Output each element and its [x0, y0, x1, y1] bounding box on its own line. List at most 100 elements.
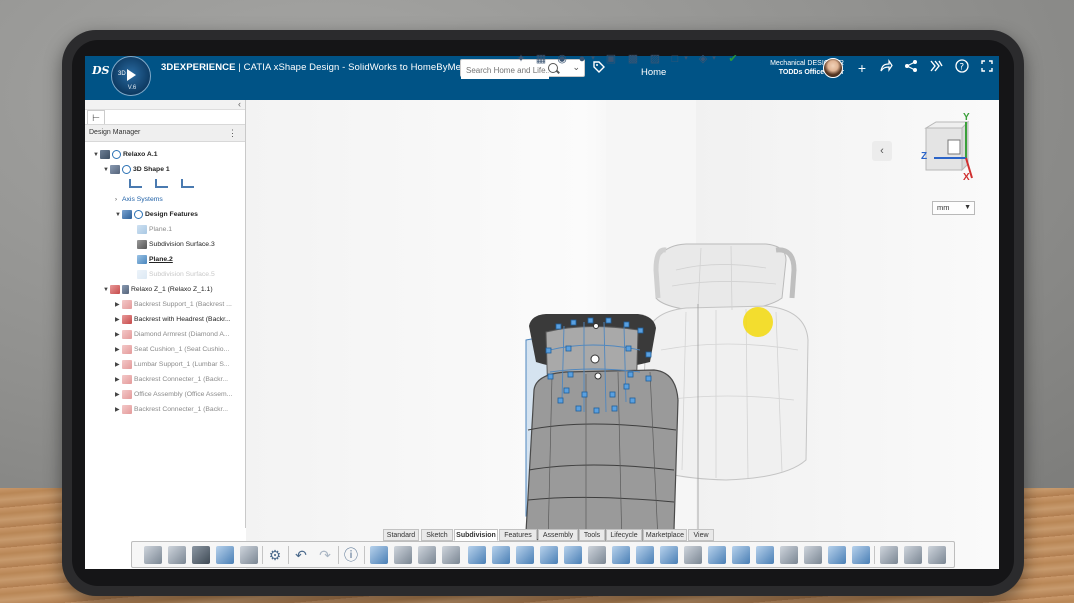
chevron-down-icon[interactable]: ▾: [707, 52, 721, 66]
box-icon[interactable]: [394, 546, 412, 564]
compass-icon[interactable]: 3D V.6: [111, 56, 151, 96]
capture-icon[interactable]: ▩: [626, 52, 640, 66]
lattice-icon[interactable]: [418, 546, 436, 564]
caret-down-icon[interactable]: ▼: [93, 149, 100, 161]
edge-tool-icon[interactable]: [588, 546, 606, 564]
tree-node-relaxo-z[interactable]: ▼ Relaxo Z_1 (Relaxo Z_1.1): [103, 284, 213, 296]
plane-xy-icon[interactable]: [129, 179, 142, 188]
help-icon[interactable]: ⓘ: [342, 546, 360, 564]
caret-down-icon[interactable]: ▼: [103, 284, 110, 296]
back-arrow-icon[interactable]: ‹: [872, 141, 892, 161]
grid-icon[interactable]: [370, 546, 388, 564]
crease-tool-icon[interactable]: [780, 546, 798, 564]
tree-node-design-features[interactable]: ▼ Design Features: [115, 209, 198, 221]
mirror-tool-icon[interactable]: [708, 546, 726, 564]
sphere-tool-icon[interactable]: [804, 546, 822, 564]
tree-node-plane-1[interactable]: Plane.1: [137, 224, 172, 236]
tree-node-root[interactable]: ▼ Relaxo A.1: [93, 149, 158, 161]
tree-node-axis-systems[interactable]: › Axis Systems: [115, 194, 163, 206]
more-options-icon[interactable]: ⋮: [228, 128, 237, 139]
pan-icon[interactable]: ✦: [514, 52, 528, 66]
caret-down-icon[interactable]: ▼: [115, 209, 122, 221]
tab-features[interactable]: Features: [499, 529, 537, 541]
3d-scene[interactable]: [246, 100, 999, 569]
split-tool-icon[interactable]: [732, 546, 750, 564]
shape-tool-icon[interactable]: [492, 546, 510, 564]
ds-logo-icon[interactable]: DS: [91, 60, 111, 80]
tree-node-child[interactable]: ▶ Backrest Connecter_1 (Backr...: [115, 404, 228, 416]
chevron-down-icon[interactable]: ▼: [964, 202, 971, 214]
tree-node-child[interactable]: ▶ Seat Cushion_1 (Seat Cushio...: [115, 344, 229, 356]
weld-tool-icon[interactable]: [828, 546, 846, 564]
tab-marketplace[interactable]: Marketplace: [643, 529, 687, 541]
redo-icon[interactable]: ↷: [316, 546, 334, 564]
caret-down-icon[interactable]: ▼: [103, 164, 110, 176]
new-shape-icon[interactable]: [168, 546, 186, 564]
analysis-tool-icon[interactable]: [928, 546, 946, 564]
chevron-down-icon[interactable]: ▾: [586, 52, 600, 66]
plane-tool-icon[interactable]: [468, 546, 486, 564]
tab-assembly[interactable]: Assembly: [538, 529, 578, 541]
hide-show-icon[interactable]: ▣: [604, 52, 618, 66]
caret-right-icon[interactable]: ▶: [115, 314, 122, 326]
tree-node-child[interactable]: ▶ Diamond Armrest (Diamond A...: [115, 329, 230, 341]
add-icon[interactable]: +: [853, 59, 871, 77]
attract-tool-icon[interactable]: [852, 546, 870, 564]
caret-right-icon[interactable]: ›: [115, 194, 122, 206]
tree-node-3d-shape[interactable]: ▼ 3D Shape 1: [103, 164, 170, 176]
units-select[interactable]: mm ▼: [932, 201, 975, 215]
tree-node-subdivision-faded[interactable]: Subdivision Surface.5: [137, 269, 215, 281]
tree-node-plane-2[interactable]: Plane.2: [137, 254, 173, 266]
caret-right-icon[interactable]: ▶: [115, 359, 122, 371]
curve-tool-icon[interactable]: [516, 546, 534, 564]
gear-icon[interactable]: ⚙: [266, 546, 284, 564]
plane-yz-icon[interactable]: [155, 179, 168, 188]
home-tab[interactable]: Home: [641, 67, 666, 78]
view-box-icon[interactable]: ▦: [534, 52, 548, 66]
compass-axes[interactable]: Y Z X: [920, 112, 976, 188]
collapse-panel-icon[interactable]: ‹: [238, 99, 241, 109]
face-tool-icon[interactable]: [540, 546, 558, 564]
undo-icon[interactable]: ↶: [292, 546, 310, 564]
funnel-tool-icon[interactable]: [904, 546, 922, 564]
share-icon[interactable]: [877, 59, 895, 77]
avatar[interactable]: [823, 58, 843, 78]
cube-tool-icon[interactable]: [880, 546, 898, 564]
tab-tools[interactable]: Tools: [579, 529, 605, 541]
tree-node-child[interactable]: ▶ Backrest Support_1 (Backrest ...: [115, 299, 232, 311]
render-style-icon[interactable]: ◉: [555, 52, 569, 66]
insert-product-icon[interactable]: [144, 546, 162, 564]
tab-view[interactable]: View: [688, 529, 714, 541]
merge-tool-icon[interactable]: [756, 546, 774, 564]
tree-node-child[interactable]: ▶ Backrest with Headrest (Backr...: [115, 314, 231, 326]
copy-icon[interactable]: [442, 546, 460, 564]
sweep-tool-icon[interactable]: [684, 546, 702, 564]
validate-icon[interactable]: ✔: [726, 52, 740, 66]
tree-node-child[interactable]: ▶ Office Assembly (Office Assem...: [115, 389, 232, 401]
tab-lifecycle[interactable]: Lifecycle: [606, 529, 642, 541]
caret-right-icon[interactable]: ▶: [115, 344, 122, 356]
tree-node-child[interactable]: ▶ Backrest Connecter_1 (Backr...: [115, 374, 228, 386]
tree-node-child[interactable]: ▶ Lumbar Support_1 (Lumbar S...: [115, 359, 230, 371]
bridge-tool-icon[interactable]: [636, 546, 654, 564]
caret-right-icon[interactable]: ▶: [115, 404, 122, 416]
tab-sketch[interactable]: Sketch: [421, 529, 453, 541]
fullscreen-icon[interactable]: [978, 59, 996, 77]
app-title[interactable]: 3DEXPERIENCE | CATIA xShape Design - Sol…: [161, 62, 470, 73]
chevron-down-icon[interactable]: ▾: [679, 52, 693, 66]
tree-tab-icon[interactable]: ⊢: [87, 110, 105, 124]
extrude-tool-icon[interactable]: [564, 546, 582, 564]
plane-zx-icon[interactable]: [181, 179, 194, 188]
save-icon[interactable]: [192, 546, 210, 564]
network-icon[interactable]: [902, 59, 920, 77]
caret-right-icon[interactable]: ▶: [115, 329, 122, 341]
help-icon[interactable]: ?: [953, 59, 971, 77]
caret-right-icon[interactable]: ▶: [115, 389, 122, 401]
refresh-icon[interactable]: [216, 546, 234, 564]
surface-tool-icon[interactable]: [612, 546, 630, 564]
caret-right-icon[interactable]: ▶: [115, 299, 122, 311]
fill-tool-icon[interactable]: [660, 546, 678, 564]
tools-icon[interactable]: [927, 59, 945, 77]
properties-icon[interactable]: [240, 546, 258, 564]
tab-standard[interactable]: Standard: [383, 529, 419, 541]
